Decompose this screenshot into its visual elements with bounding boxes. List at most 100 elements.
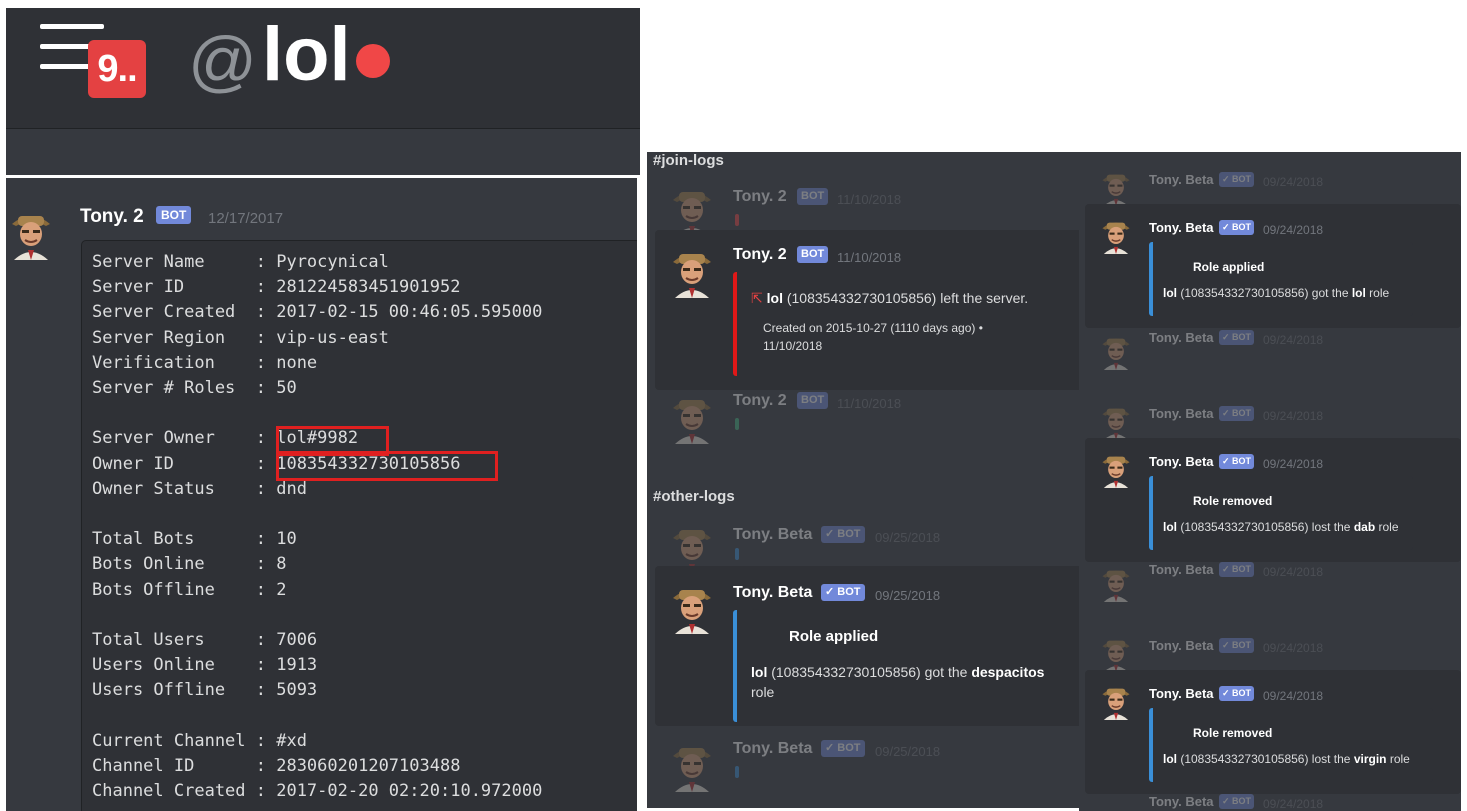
role-log-message: Tony. Beta ✓ BOT 09/24/2018 Role removed… <box>1085 670 1461 794</box>
bot-tag: ✓ BOT <box>1219 220 1255 235</box>
embed-body: lol (108354332730105856) got the lol rol… <box>1163 286 1390 300</box>
other-logs-label[interactable]: #other-logs <box>653 488 735 505</box>
embed-body: lol (108354332730105856) lost the virgin… <box>1163 752 1410 766</box>
serverinfo-row: Owner Status : dnd <box>92 478 307 499</box>
bot-tag: ✓ BOT <box>821 584 865 601</box>
message-author[interactable]: Tony. Beta <box>1149 454 1214 469</box>
bot-tag: BOT <box>156 206 192 224</box>
embed-stub <box>735 214 739 226</box>
bot-tag: BOT <box>797 188 829 205</box>
bot-avatar[interactable] <box>669 242 715 298</box>
message-timestamp: 11/10/2018 <box>837 192 902 207</box>
role-embed: Role removed lol (108354332730105856) lo… <box>1149 476 1413 550</box>
log-channels: #join-logs Tony. 2 BOT 11/10/2018 Tony. … <box>647 152 1079 808</box>
message-timestamp: 09/24/2018 <box>1263 333 1324 347</box>
message-author: Tony. Beta <box>1149 406 1214 421</box>
message-author[interactable]: Tony. 2 <box>80 206 144 228</box>
message-timestamp: 09/25/2018 <box>875 530 941 545</box>
join-date-line: 11/10/2018 <box>763 339 823 353</box>
bot-avatar <box>669 388 715 444</box>
code-block: Server Name : Pyrocynical Server ID : 281… <box>81 240 637 811</box>
message-timestamp: 09/24/2018 <box>1263 409 1324 423</box>
bot-avatar[interactable] <box>1099 680 1133 720</box>
role-embed: Role removed lol (108354332730105856) lo… <box>1149 708 1433 782</box>
message-author: Tony. Beta <box>1149 794 1214 809</box>
bot-avatar[interactable] <box>1099 448 1133 488</box>
bot-tag: ✓ BOT <box>1219 330 1255 345</box>
role-embed: Role applied lol (108354332730105856) go… <box>733 610 1079 722</box>
serverinfo-row: Users Offline : 5093 <box>92 680 318 701</box>
join-created-line: Created on 2015-10-27 (1110 days ago) • <box>763 321 983 335</box>
serverinfo-row: Users Online : 1913 <box>92 655 318 676</box>
bot-tag: ✓ BOT <box>1219 406 1255 421</box>
bot-avatar <box>1099 166 1133 206</box>
bot-avatar <box>1099 330 1133 370</box>
message-author[interactable]: Tony. Beta <box>1149 220 1214 235</box>
join-embed: ⇱ lol (108354332730105856) left the serv… <box>733 272 1079 376</box>
message-timestamp: 09/24/2018 <box>1263 175 1324 189</box>
message-timestamp: 09/25/2018 <box>875 588 941 603</box>
serverinfo-row: Verification : none <box>92 352 318 373</box>
serverinfo-row: Server Created : 2017-02-15 00:46:05.595… <box>92 302 543 323</box>
bot-avatar[interactable] <box>669 578 715 634</box>
message-timestamp: 09/24/2018 <box>1263 565 1324 579</box>
bot-tag: ✓ BOT <box>821 526 865 543</box>
serverinfo-row: Total Users : 7006 <box>92 630 318 650</box>
serverinfo-row: Bots Online : 8 <box>92 554 287 575</box>
dm-username: lol <box>262 12 351 97</box>
embed-title: Role applied <box>1193 260 1265 274</box>
bot-avatar <box>669 736 715 792</box>
message-author: Tony. Beta <box>733 740 813 757</box>
bot-avatar[interactable] <box>1099 214 1133 254</box>
message-timestamp: 09/25/2018 <box>875 744 941 759</box>
role-embed: Role applied lol (108354332730105856) go… <box>1149 242 1413 316</box>
serverinfo-message: Tony. 2 BOT 12/17/2017 Server Name : Pyr… <box>6 178 637 811</box>
bot-tag: ✓ BOT <box>821 740 865 757</box>
bot-tag: ✓ BOT <box>1219 794 1255 809</box>
bot-tag: ✓ BOT <box>1219 562 1255 577</box>
role-logs: Tony. Beta ✓ BOT 09/24/2018 Tony. Beta ✓… <box>1079 152 1461 811</box>
message-timestamp: 11/10/2018 <box>837 396 902 411</box>
message-author: Tony. Beta <box>1149 562 1214 577</box>
bot-avatar <box>1099 562 1133 602</box>
message-author[interactable]: Tony. Beta <box>733 584 812 602</box>
message-author[interactable]: Tony. 2 <box>733 246 787 264</box>
header-divider-area <box>6 128 640 175</box>
bot-tag: ✓ BOT <box>1219 686 1255 701</box>
serverinfo-row: Server Region : vip-us-east <box>92 327 389 348</box>
dm-header: 9.. @ lol <box>6 8 640 175</box>
role-log-message: Tony. Beta ✓ BOT 09/25/2018 Role applied… <box>655 566 1079 726</box>
bot-tag: ✓ BOT <box>1219 638 1255 653</box>
bot-avatar <box>669 180 715 236</box>
message-timestamp: 09/24/2018 <box>1263 223 1324 237</box>
embed-body-tail: role <box>751 684 775 700</box>
message-timestamp: 12/17/2017 <box>208 210 284 227</box>
bot-tag: BOT <box>797 246 829 263</box>
embed-stub <box>735 766 739 778</box>
embed-stub <box>735 548 739 560</box>
join-log-message: Tony. 2 BOT 11/10/2018 ⇱ lol (1083543327… <box>655 230 1079 390</box>
at-icon: @ <box>188 23 258 99</box>
serverinfo-row: Total Bots : 10 <box>92 529 297 550</box>
join-logs-label[interactable]: #join-logs <box>653 152 724 169</box>
serverinfo-row: Current Channel : #xd <box>92 730 307 751</box>
bot-avatar <box>1099 632 1133 672</box>
message-author[interactable]: Tony. Beta <box>1149 686 1214 701</box>
message-timestamp: 11/10/2018 <box>837 250 902 265</box>
embed-body: lol (108354332730105856) lost the dab ro… <box>1163 520 1399 534</box>
owner-id-highlight-box <box>276 451 498 481</box>
message-timestamp: 09/24/2018 <box>1263 689 1324 703</box>
leave-icon: ⇱ <box>751 290 763 306</box>
message-author: Tony. Beta <box>733 526 813 543</box>
embed-body: lol (108354332730105856) got the despaci… <box>751 664 1045 680</box>
dnd-status-icon <box>356 44 390 78</box>
serverinfo-row: Bots Offline : 2 <box>92 579 287 600</box>
bot-avatar[interactable] <box>8 204 54 260</box>
message-timestamp: 09/24/2018 <box>1263 457 1324 471</box>
message-author: Tony. Beta <box>1149 330 1214 345</box>
role-log-message: Tony. Beta ✓ BOT 09/24/2018 Role removed… <box>1085 438 1461 562</box>
bot-tag: ✓ BOT <box>1219 172 1255 187</box>
unread-badge: 9.. <box>88 40 146 98</box>
serverinfo-row: Channel ID : 283060201207103488 <box>92 756 461 776</box>
embed-title: Role removed <box>1193 494 1273 508</box>
